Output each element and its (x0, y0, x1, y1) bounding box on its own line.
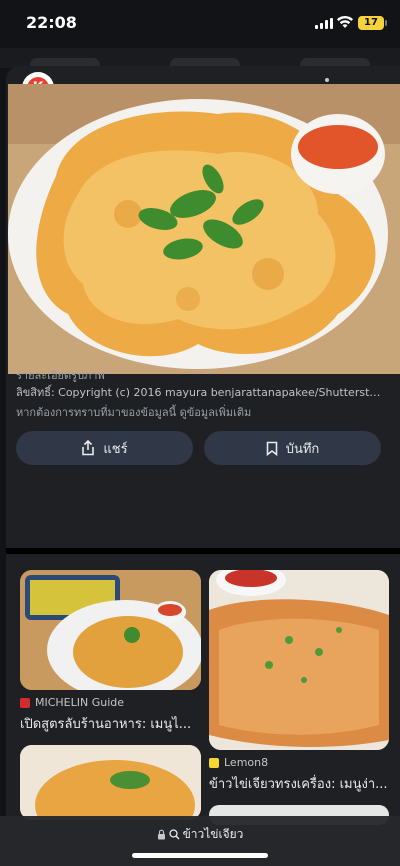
main-image[interactable] (8, 84, 400, 374)
result-source-2[interactable]: Lemon8 (209, 756, 268, 769)
battery-icon: 17 (358, 16, 387, 30)
result-title-2[interactable]: ข้าวไข่เจียวทรงเครื่อง: เมนูง่า... (209, 773, 389, 794)
result-image-1[interactable] (20, 570, 201, 690)
image-caption: รายละเอียดรูปภาพ (16, 369, 105, 382)
result-source-label: MICHELIN Guide (35, 696, 125, 709)
search-icon (168, 829, 180, 840)
status-bar: 22:08 17 (0, 0, 400, 48)
result-image-3[interactable] (20, 745, 201, 820)
share-icon (82, 440, 95, 456)
lemon8-icon (209, 757, 219, 768)
save-button[interactable]: บันทึก (204, 431, 381, 465)
share-label: แชร์ (103, 441, 128, 457)
wifi-icon (337, 15, 353, 28)
result-image-2[interactable] (209, 570, 389, 750)
lock-icon (157, 829, 165, 840)
save-label: บันทึก (285, 441, 320, 457)
info-prefix: หากต้องการทราบที่มาของข้อมูลนี้ (16, 406, 177, 419)
home-indicator[interactable] (132, 853, 268, 858)
status-time: 22:08 (26, 13, 77, 32)
omelette-close-up-image (209, 570, 389, 750)
result-source-1[interactable]: MICHELIN Guide (20, 696, 124, 709)
share-button[interactable]: แชร์ (16, 431, 193, 465)
omelette-rice-image (20, 745, 201, 820)
search-query-pill[interactable]: ข้าวไข่เจียว (0, 825, 400, 844)
cellular-signal-icon (315, 18, 333, 29)
result-source-label: Lemon8 (224, 756, 269, 769)
search-query-text: ข้าวไข่เจียว (182, 827, 244, 841)
more-info-link[interactable]: ดูข้อมูลเพิ่มเติม (180, 406, 252, 419)
info-text: หากต้องการทราบที่มาของข้อมูลนี้ ดูข้อมูล… (16, 403, 251, 421)
license-text: ลิขสิทธิ์: Copyright (c) 2016 mayura ben… (16, 386, 386, 399)
result-title-1[interactable]: เปิดสูตรลับร้านอาหาร: เมนูไ... (20, 713, 201, 734)
michelin-icon (20, 697, 30, 708)
omelette-plate-image (20, 570, 201, 690)
omelette-image (8, 84, 400, 374)
bookmark-icon (266, 441, 278, 456)
